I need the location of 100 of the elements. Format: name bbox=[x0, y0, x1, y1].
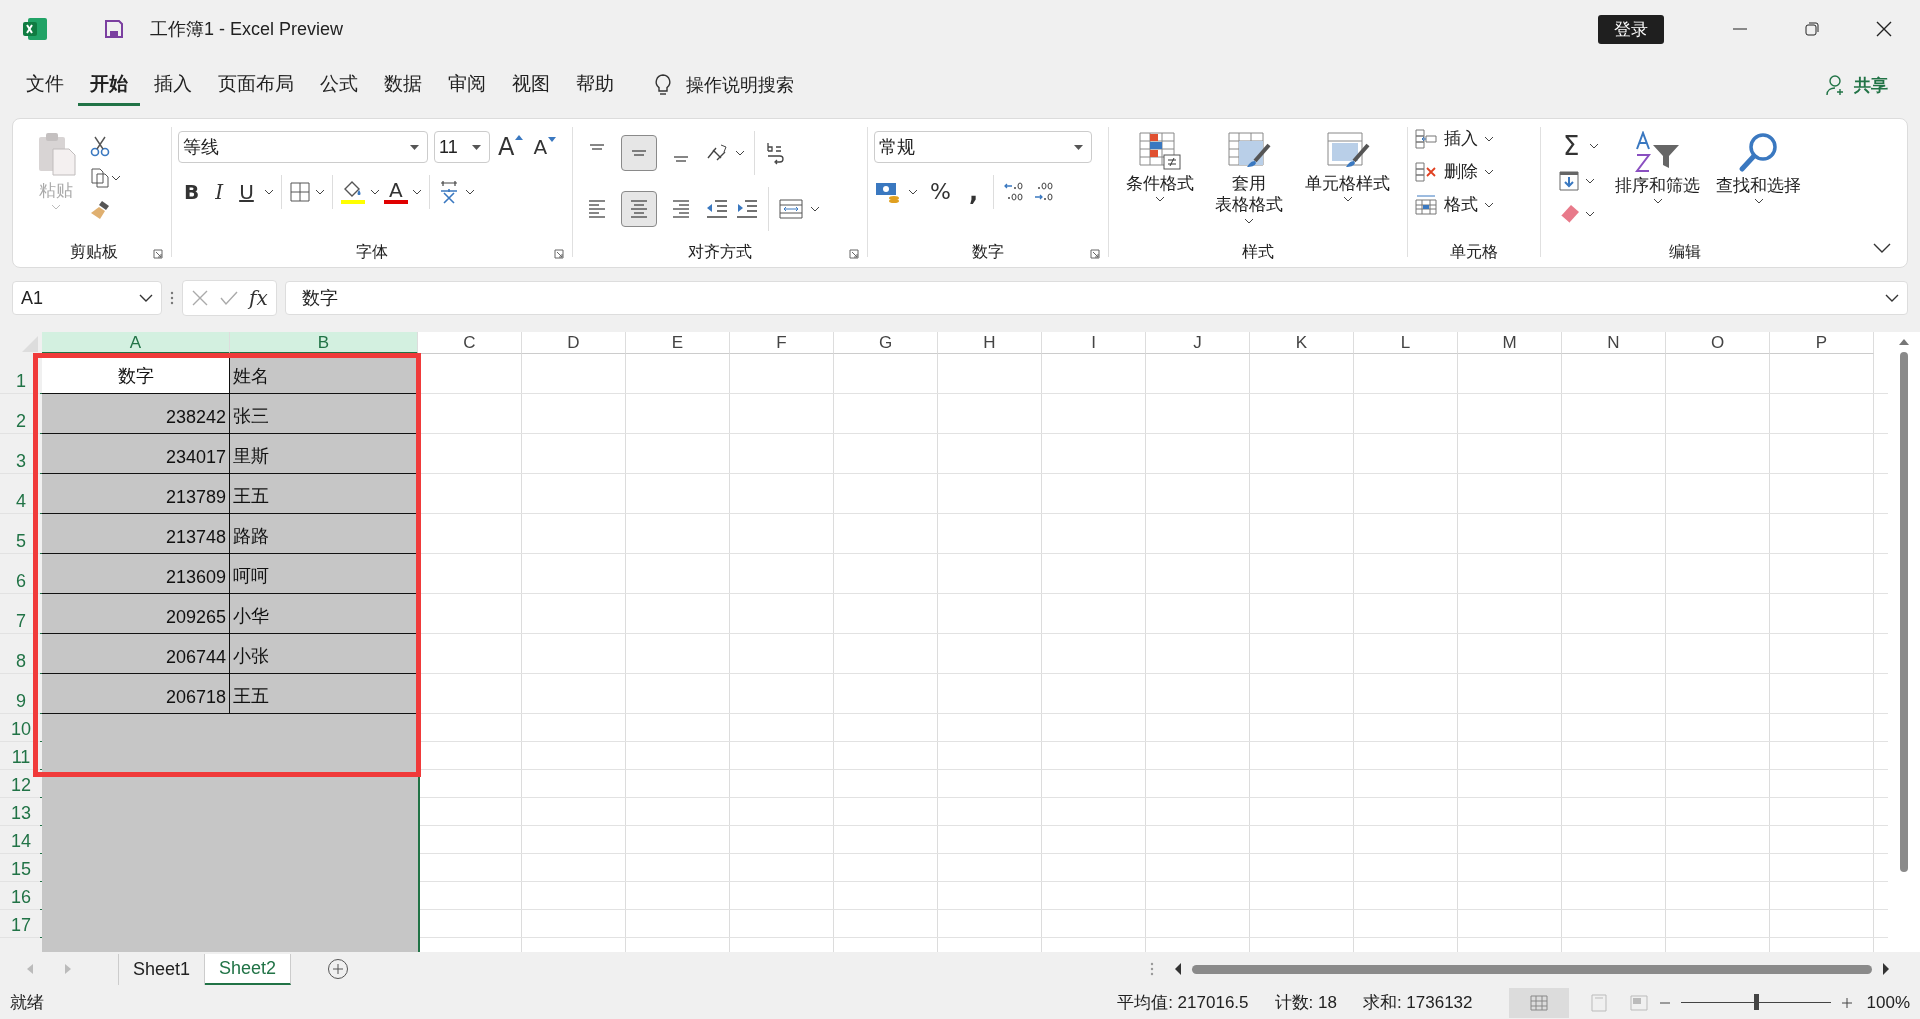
row-header[interactable]: 9 bbox=[0, 674, 42, 713]
menu-tab[interactable]: 数据 bbox=[372, 64, 434, 106]
caret-icon[interactable] bbox=[1652, 198, 1663, 205]
delete-cells-icon[interactable] bbox=[1414, 160, 1438, 183]
menu-tab[interactable]: 开始 bbox=[78, 64, 140, 106]
expand-icon[interactable] bbox=[1885, 294, 1899, 302]
shrink-font-button[interactable]: A bbox=[531, 137, 559, 157]
caret-icon[interactable] bbox=[111, 175, 121, 181]
caret-icon[interactable] bbox=[1484, 135, 1494, 142]
currency-icon[interactable] bbox=[874, 180, 902, 204]
copy-icon[interactable] bbox=[89, 167, 111, 189]
launcher-icon[interactable] bbox=[153, 249, 163, 259]
caret-icon[interactable] bbox=[472, 144, 481, 150]
horizontal-scrollbar[interactable] bbox=[1174, 963, 1890, 975]
format-cells-icon[interactable] bbox=[1414, 193, 1438, 216]
caret-icon[interactable] bbox=[1484, 168, 1494, 175]
insert-function-button[interactable]: fx bbox=[249, 286, 268, 310]
caret-icon[interactable] bbox=[263, 189, 274, 195]
decrease-indent-icon[interactable] bbox=[705, 198, 729, 220]
conditional-format-icon[interactable] bbox=[1137, 131, 1182, 171]
sheet-tab[interactable]: Sheet2 bbox=[205, 953, 292, 985]
borders-icon[interactable] bbox=[288, 181, 311, 203]
insert-cells-icon[interactable] bbox=[1414, 127, 1438, 150]
caret-icon[interactable] bbox=[1585, 211, 1595, 217]
zoom-level[interactable]: 100% bbox=[1866, 992, 1910, 1013]
font-size-field[interactable]: 11 bbox=[434, 131, 490, 163]
fill-color-icon[interactable] bbox=[339, 179, 366, 205]
share-link[interactable]: 共享 bbox=[1854, 73, 1888, 97]
menu-tab[interactable]: 公式 bbox=[308, 64, 370, 106]
increase-indent-icon[interactable] bbox=[735, 198, 759, 220]
caret-icon[interactable] bbox=[411, 189, 422, 195]
column-header[interactable]: A bbox=[42, 332, 230, 354]
cells-button[interactable]: 插入 bbox=[1442, 127, 1480, 150]
row-header[interactable]: 8 bbox=[0, 634, 42, 673]
name-box[interactable]: A1 bbox=[12, 281, 162, 315]
row-header[interactable]: 14 bbox=[0, 826, 42, 853]
row-header[interactable]: 5 bbox=[0, 514, 42, 553]
caret-icon[interactable] bbox=[810, 206, 820, 212]
caret-icon[interactable] bbox=[1074, 144, 1083, 150]
menu-tab[interactable]: 文件 bbox=[14, 64, 76, 106]
row-header[interactable]: 16 bbox=[0, 882, 42, 909]
row-header[interactable]: 11 bbox=[0, 742, 42, 769]
caret-icon[interactable] bbox=[1244, 217, 1255, 224]
menu-tab[interactable]: 帮助 bbox=[564, 64, 626, 106]
caret-icon[interactable] bbox=[314, 189, 325, 195]
row-header[interactable]: 3 bbox=[0, 434, 42, 473]
restore-icon[interactable] bbox=[1804, 21, 1820, 37]
menu-tab[interactable]: 视图 bbox=[500, 64, 562, 106]
cells-button[interactable]: 格式 bbox=[1442, 193, 1480, 216]
scissors-icon[interactable] bbox=[89, 135, 111, 157]
caret-icon[interactable] bbox=[1585, 178, 1595, 184]
caret-icon[interactable] bbox=[1484, 201, 1494, 208]
scrollbar-thumb[interactable] bbox=[1192, 964, 1872, 974]
autosum-button[interactable]: Σ bbox=[1557, 133, 1586, 159]
zoom-in-icon[interactable] bbox=[1840, 996, 1853, 1009]
find-select-button[interactable]: 查找和选择 bbox=[1716, 175, 1802, 197]
menu-tab[interactable]: 插入 bbox=[142, 64, 204, 106]
row-header[interactable]: 17 bbox=[0, 910, 42, 937]
font-color-button[interactable]: A bbox=[386, 180, 405, 200]
style-button[interactable]: 单元格样式 bbox=[1305, 173, 1391, 195]
sign-in-button[interactable]: 登录 bbox=[1598, 14, 1664, 44]
row-header[interactable]: 15 bbox=[0, 854, 42, 881]
scroll-up-icon[interactable] bbox=[1898, 338, 1910, 346]
bold-button[interactable]: B bbox=[178, 182, 206, 202]
number-format-field[interactable]: 常规 bbox=[874, 131, 1092, 163]
align-button[interactable] bbox=[621, 191, 657, 227]
format-painter-icon[interactable] bbox=[89, 199, 111, 221]
row-header[interactable]: 12 bbox=[0, 770, 42, 797]
align-button[interactable] bbox=[621, 135, 657, 171]
caret-icon[interactable] bbox=[1589, 143, 1600, 149]
menu-tab[interactable]: 审阅 bbox=[436, 64, 498, 106]
column-header[interactable]: B bbox=[230, 332, 418, 354]
scroll-right-icon[interactable] bbox=[1882, 963, 1890, 975]
add-sheet-icon[interactable] bbox=[327, 958, 350, 980]
italic-button[interactable]: I bbox=[209, 182, 230, 202]
save-icon[interactable] bbox=[104, 19, 124, 39]
percent-button[interactable]: % bbox=[924, 181, 957, 203]
row-header[interactable]: 7 bbox=[0, 594, 42, 633]
underline-button[interactable]: U bbox=[233, 182, 260, 202]
row-header[interactable]: 10 bbox=[0, 714, 42, 741]
caret-icon[interactable] bbox=[369, 189, 380, 195]
formula-field[interactable]: 数字 bbox=[284, 281, 1908, 315]
sort-filter-button[interactable]: 排序和筛选 bbox=[1615, 175, 1701, 197]
close-icon[interactable] bbox=[1876, 21, 1892, 37]
more-icon[interactable] bbox=[170, 291, 174, 305]
grow-font-button[interactable]: A bbox=[496, 135, 526, 159]
caret-icon[interactable] bbox=[464, 189, 475, 195]
row-header[interactable]: 4 bbox=[0, 474, 42, 513]
collapse-ribbon-icon[interactable] bbox=[1873, 243, 1891, 253]
comma-button[interactable]: , bbox=[962, 180, 985, 204]
fill-down-icon[interactable] bbox=[1557, 169, 1581, 193]
launcher-icon[interactable] bbox=[1090, 249, 1100, 259]
caret-icon[interactable] bbox=[410, 144, 419, 150]
caret-icon[interactable] bbox=[1753, 198, 1764, 205]
scroll-left-icon[interactable] bbox=[1174, 963, 1182, 975]
caret-icon[interactable] bbox=[1342, 196, 1353, 203]
row-header[interactable]: 13 bbox=[0, 798, 42, 825]
check-icon[interactable] bbox=[219, 289, 239, 307]
row-header[interactable]: 2 bbox=[0, 394, 42, 433]
launcher-icon[interactable] bbox=[849, 249, 859, 259]
